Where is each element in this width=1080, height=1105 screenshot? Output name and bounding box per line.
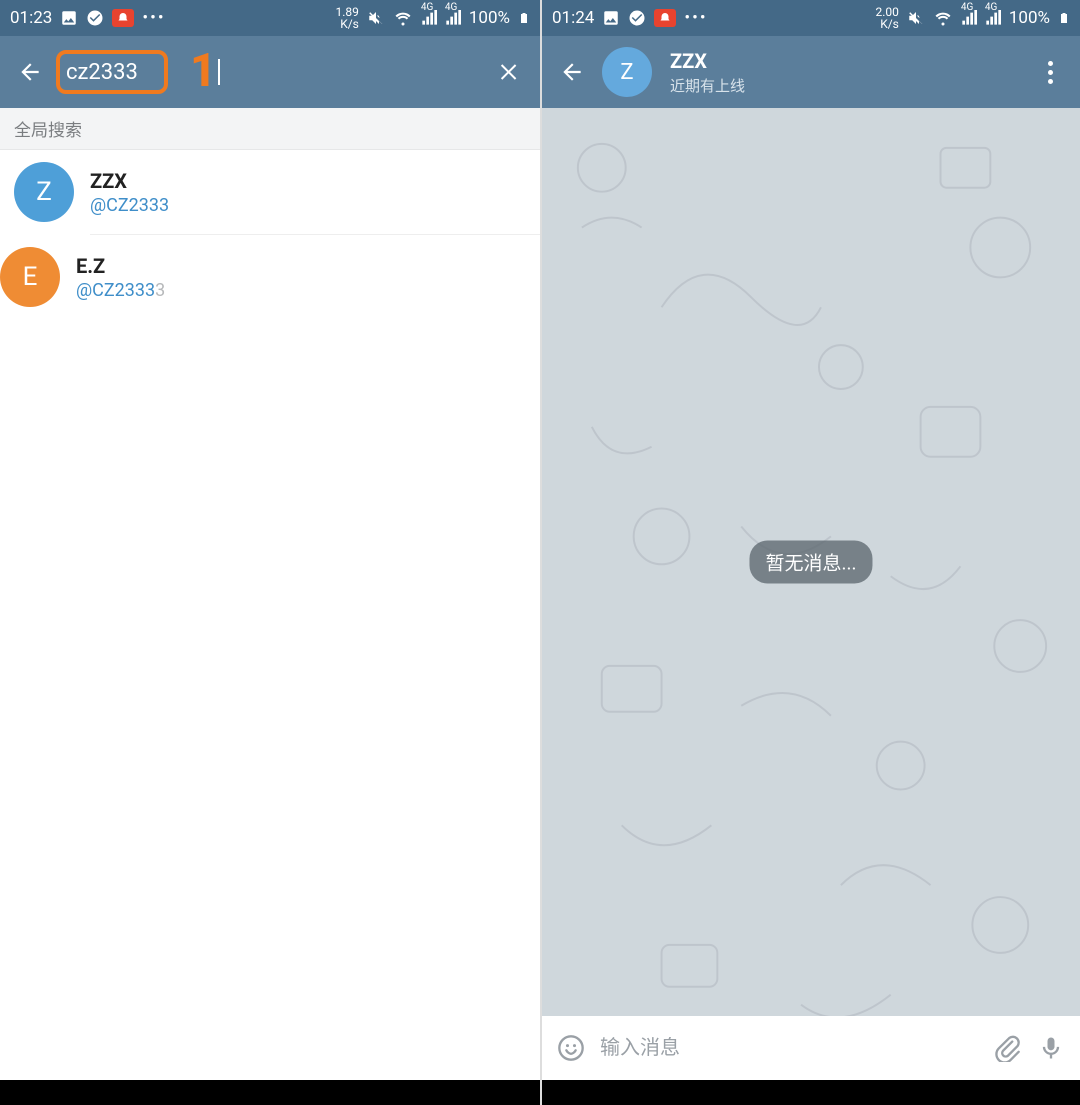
search-app-bar: cz2333 1 [0,36,540,108]
battery-percent: 100% [469,8,510,28]
chat-app-bar: Z ZZX 近期有上线 [542,36,1080,108]
phone-chat-screen: 01:24 ••• 2.00K/s 4G 4G 100% Z [540,0,1080,1105]
emoji-button[interactable] [556,1033,586,1063]
mute-icon [367,9,385,27]
phone-search-screen: 01:23 ••• 1.89K/s 4G 4G 100% [0,0,540,1105]
section-header-global: 全局搜索 [0,108,540,150]
signal-icon-1: 4G [961,10,977,26]
annotation-number: 1 [190,44,217,98]
image-icon [602,9,620,27]
result-name: E.Z [76,254,165,278]
avatar: Z [14,162,74,222]
back-button[interactable] [12,54,48,90]
chat-contact-status: 近期有上线 [670,75,1020,96]
android-nav-bar [0,1080,540,1105]
wifi-icon [393,9,413,27]
compose-bar [542,1016,1080,1080]
image-icon [60,9,78,27]
avatar: E [0,247,60,307]
more-status-icon: ••• [684,8,707,28]
chat-body[interactable]: 暂无消息... [542,108,1080,1016]
notification-badge-icon [654,9,676,27]
search-result-item[interactable]: E E.Z @CZ23333 [90,234,540,319]
status-time: 01:24 [552,8,594,28]
battery-percent: 100% [1009,8,1050,28]
chat-contact-name: ZZX [670,49,1020,73]
signal-icon-2: 4G [985,10,1001,26]
status-bar: 01:24 ••• 2.00K/s 4G 4G 100% [542,0,1080,36]
more-status-icon: ••• [142,8,165,28]
check-circle-icon [86,9,104,27]
chat-avatar[interactable]: Z [602,47,652,97]
notification-badge-icon [112,9,134,27]
chat-title-block[interactable]: ZZX 近期有上线 [670,49,1020,96]
result-handle: @CZ23333 [76,280,165,301]
battery-icon [518,9,530,27]
wifi-icon [933,9,953,27]
search-result-item[interactable]: Z ZZX @CZ2333 [0,150,540,234]
signal-icon-1: 4G [421,10,437,26]
android-nav-bar [542,1080,1080,1105]
network-speed: 2.00K/s [875,6,898,30]
mute-icon [907,9,925,27]
status-bar: 01:23 ••• 1.89K/s 4G 4G 100% [0,0,540,36]
empty-chat-label: 暂无消息... [749,541,872,584]
check-circle-icon [628,9,646,27]
clear-search-button[interactable] [492,54,528,90]
network-speed: 1.89K/s [335,6,358,30]
text-caret [218,59,220,85]
message-input[interactable] [600,1037,978,1060]
result-name: ZZX [90,169,169,193]
back-button[interactable] [554,54,590,90]
more-options-button[interactable] [1032,54,1068,90]
signal-icon-2: 4G [445,10,461,26]
status-time: 01:23 [10,8,52,28]
battery-icon [1058,9,1070,27]
result-handle: @CZ2333 [90,195,169,216]
attach-button[interactable] [992,1033,1022,1063]
search-results-area: 全局搜索 Z ZZX @CZ2333 E E.Z @CZ23333 [0,108,540,1080]
search-field-wrap: cz2333 1 [60,56,480,89]
mic-button[interactable] [1036,1033,1066,1063]
